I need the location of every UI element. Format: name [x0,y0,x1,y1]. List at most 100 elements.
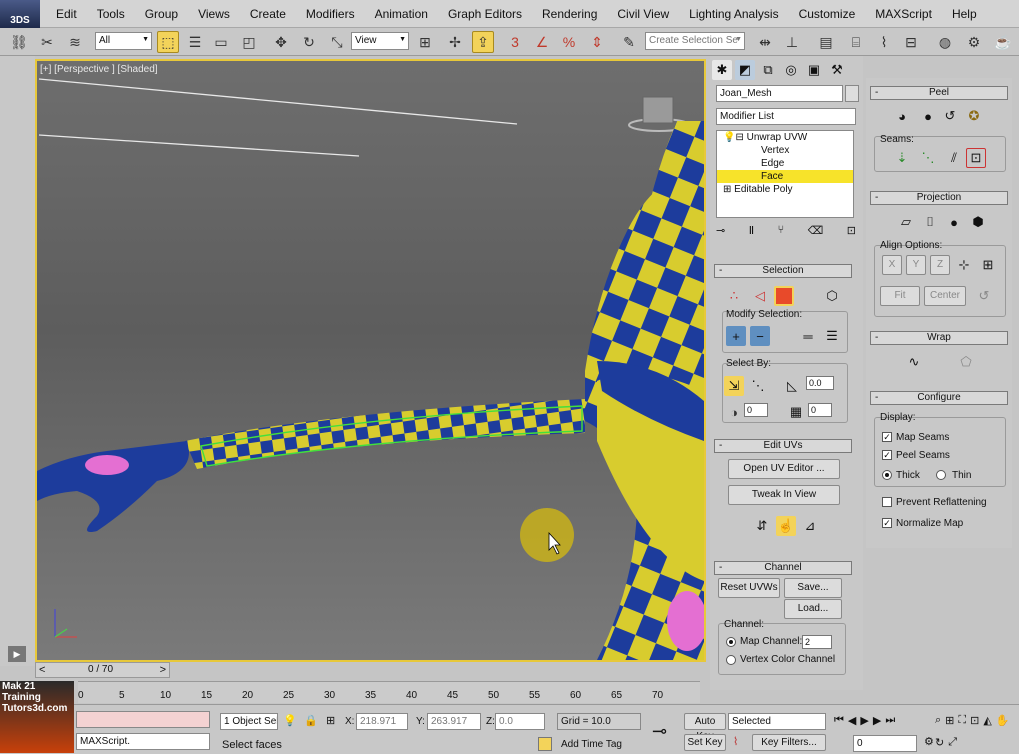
motion-tab-icon[interactable]: ◎ [781,60,801,80]
menu-lighting-analysis[interactable]: Lighting Analysis [679,7,788,21]
angle-snap-icon[interactable]: ∠ [531,31,553,53]
show-end-result-icon[interactable]: Ⅱ [749,224,754,240]
menu-group[interactable]: Group [135,7,188,21]
previous-frame-icon[interactable]: ◀ [848,714,856,730]
zoom-extents-all-icon[interactable]: ⊡ [970,714,979,732]
edge-select-icon[interactable]: ◁ [750,286,770,306]
modifier-stack[interactable]: 💡⊟ Unwrap UVW Vertex Edge Face ⊞ Editable Po… [716,130,854,218]
menu-graph-editors[interactable]: Graph Editors [438,7,532,21]
absolute-mode-icon[interactable]: ⊞ [326,714,335,727]
planar-map-icon[interactable]: ▱ [896,212,916,232]
peel-seams-checkbox[interactable]: ✓ [882,450,892,460]
spinner-snap-icon[interactable]: ⇕ [586,31,608,53]
keyboard-shortcut-override-icon[interactable]: ⇪ [472,31,494,53]
map-channel-input[interactable]: 2 [802,635,832,649]
object-name-field[interactable]: Joan_Mesh [716,85,843,102]
cylindrical-map-icon[interactable]: ⌷ [920,212,940,232]
render-frame-icon[interactable]: ☕ [992,31,1014,53]
shrink-selection-icon[interactable]: − [750,326,770,346]
grow-selection-icon[interactable]: + [726,326,746,346]
modifier-list-dropdown[interactable]: Modifier List [716,108,856,125]
go-to-end-icon[interactable]: ⏭ [885,714,895,730]
zoom-icon[interactable]: ⌕ [935,714,941,732]
edit-uvs-rollout-header[interactable]: - Edit UVs [714,439,852,453]
align-icon[interactable]: ⊥ [781,31,803,53]
time-slider[interactable]: < 0 / 70 > [35,662,170,678]
menu-maxscript[interactable]: MAXScript [865,7,942,21]
slider-prev-icon[interactable]: < [39,664,45,676]
prevent-reflattening-checkbox[interactable] [882,497,892,507]
selection-filter-dropdown[interactable]: All [95,32,152,50]
isolate-icon[interactable]: 💡 [283,714,297,727]
select-by-smoothing-icon[interactable]: ▦ [786,402,806,422]
play-arrow-icon[interactable]: ▶ [8,646,26,662]
app-logo[interactable]: 3DS [0,0,40,28]
reset-uvws-button[interactable]: Reset UVWs [718,578,780,598]
stack-item[interactable]: Face [717,170,853,183]
menu-rendering[interactable]: Rendering [532,7,607,21]
select-by-angle-icon[interactable]: ◺ [782,376,802,396]
add-time-tag-button[interactable]: Add Time Tag [561,739,622,750]
unlink-icon[interactable]: ✂ [36,31,58,53]
wrap-rollout-header[interactable]: - Wrap [870,331,1008,345]
align-x-button[interactable]: X [882,255,902,275]
graphite-ribbon-icon[interactable]: ⌸ [845,31,867,53]
map-channel-radio[interactable] [726,637,736,647]
z-coordinate-field[interactable]: 0.0 [495,713,545,730]
spline-map-icon[interactable]: ∿ [904,352,924,372]
align-to-view-icon[interactable]: ⊞ [978,255,998,275]
pin-stack-icon[interactable]: ⊸ [716,224,725,240]
display-tab-icon[interactable]: ▣ [804,60,824,80]
menu-animation[interactable]: Animation [365,7,438,21]
render-setup-icon[interactable]: ⚙ [963,31,985,53]
bind-spacewarp-icon[interactable]: ≋ [64,31,86,53]
quick-planar-icon[interactable]: ⇵ [752,516,772,536]
menu-modifiers[interactable]: Modifiers [296,7,365,21]
create-tab-icon[interactable]: ✱ [712,60,732,80]
stack-item[interactable]: 💡⊟ Unwrap UVW [717,131,853,144]
element-select-icon[interactable]: ⬡ [822,286,842,306]
fit-button[interactable]: Fit [880,286,920,306]
snaps-toggle-icon[interactable]: 3 [504,31,526,53]
menu-create[interactable]: Create [240,7,296,21]
center-button[interactable]: Center [924,286,966,306]
select-object-icon[interactable]: ⬚ [157,31,179,53]
remove-modifier-icon[interactable]: ⌫ [808,224,824,240]
maxscript-listener-pink[interactable] [76,711,210,728]
align-y-button[interactable]: Y [906,255,926,275]
pivot-center-icon[interactable]: ⊞ [414,31,436,53]
load-button[interactable]: Load... [784,599,842,619]
seams-from-selection-icon[interactable]: ⊡ [966,148,986,168]
best-align-icon[interactable]: ⊹ [954,255,974,275]
projection-rollout-header[interactable]: - Projection [870,191,1008,205]
unfold-strip-icon[interactable]: ⬠ [956,352,976,372]
maximize-viewport-icon[interactable]: ⤢ [948,736,957,754]
slider-next-icon[interactable]: > [160,664,166,676]
orbit-icon[interactable]: ↻ [935,736,944,754]
select-manipulate-icon[interactable]: ✢ [444,31,466,53]
zoom-extents-icon[interactable]: ⛶ [958,714,966,732]
quick-peel-icon[interactable]: ☝ [776,516,796,536]
select-by-material-icon[interactable]: ◑ [724,402,744,422]
vertex-color-channel-radio[interactable] [726,655,736,665]
peel-rollout-header[interactable]: - Peel [870,86,1008,100]
point-to-point-seams-icon[interactable]: ⇣ [892,148,912,168]
window-crossing-icon[interactable]: ◰ [238,31,260,53]
next-frame-icon[interactable]: ▶ [873,714,881,730]
time-tag-icon[interactable] [538,737,552,751]
zoom-all-icon[interactable]: ⊞ [945,714,954,732]
field-of-view-icon[interactable]: ◭ [983,714,991,732]
menu-customize[interactable]: Customize [789,7,866,21]
lightbulb-icon[interactable]: 💡⊟ [723,132,747,143]
selection-lock-icon[interactable]: 🔒 [304,714,318,727]
selection-rollout-header[interactable]: - Selection [714,264,852,278]
stack-item[interactable]: Edge [717,157,853,170]
stack-item[interactable]: ⊞ Editable Poly [717,183,853,196]
key-filters-button[interactable]: Key Filters... [752,734,826,751]
link-icon[interactable]: ⛓ [8,31,30,53]
modify-tab-icon[interactable]: ◩ [735,60,755,80]
percent-snap-icon[interactable]: % [558,31,580,53]
x-coordinate-field[interactable]: 218.971 [356,713,408,730]
configure-rollout-header[interactable]: - Configure [870,391,1008,405]
normalize-map-checkbox[interactable]: ✓ [882,518,892,528]
